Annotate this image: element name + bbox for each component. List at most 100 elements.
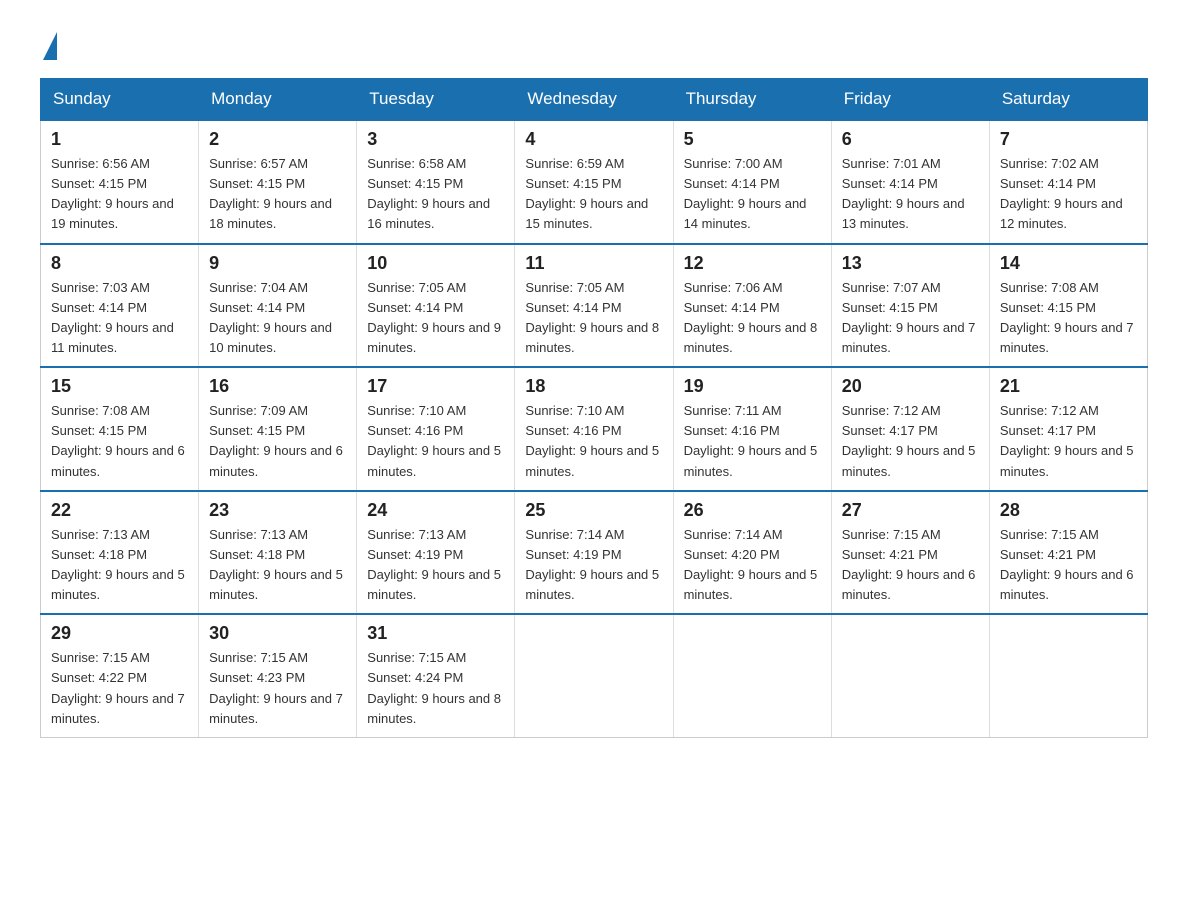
- calendar-cell: 21 Sunrise: 7:12 AM Sunset: 4:17 PM Dayl…: [989, 367, 1147, 491]
- sunset-label: Sunset: 4:15 PM: [1000, 300, 1096, 315]
- calendar-cell: 19 Sunrise: 7:11 AM Sunset: 4:16 PM Dayl…: [673, 367, 831, 491]
- sunrise-label: Sunrise: 7:15 AM: [367, 650, 466, 665]
- calendar-header-row: SundayMondayTuesdayWednesdayThursdayFrid…: [41, 79, 1148, 121]
- calendar-cell: 24 Sunrise: 7:13 AM Sunset: 4:19 PM Dayl…: [357, 491, 515, 615]
- sunset-label: Sunset: 4:22 PM: [51, 670, 147, 685]
- daylight-label: Daylight: 9 hours and 10 minutes.: [209, 320, 332, 355]
- day-info: Sunrise: 7:15 AM Sunset: 4:21 PM Dayligh…: [1000, 525, 1137, 606]
- day-info: Sunrise: 7:14 AM Sunset: 4:19 PM Dayligh…: [525, 525, 662, 606]
- daylight-label: Daylight: 9 hours and 7 minutes.: [1000, 320, 1134, 355]
- day-info: Sunrise: 7:01 AM Sunset: 4:14 PM Dayligh…: [842, 154, 979, 235]
- day-info: Sunrise: 7:13 AM Sunset: 4:18 PM Dayligh…: [51, 525, 188, 606]
- calendar-header-friday: Friday: [831, 79, 989, 121]
- day-info: Sunrise: 7:15 AM Sunset: 4:22 PM Dayligh…: [51, 648, 188, 729]
- daylight-label: Daylight: 9 hours and 11 minutes.: [51, 320, 174, 355]
- daylight-label: Daylight: 9 hours and 7 minutes.: [842, 320, 976, 355]
- sunset-label: Sunset: 4:17 PM: [1000, 423, 1096, 438]
- day-number: 21: [1000, 376, 1137, 397]
- day-number: 24: [367, 500, 504, 521]
- calendar-header-sunday: Sunday: [41, 79, 199, 121]
- day-info: Sunrise: 7:14 AM Sunset: 4:20 PM Dayligh…: [684, 525, 821, 606]
- day-number: 5: [684, 129, 821, 150]
- calendar-cell: 12 Sunrise: 7:06 AM Sunset: 4:14 PM Dayl…: [673, 244, 831, 368]
- day-number: 1: [51, 129, 188, 150]
- calendar-cell: 27 Sunrise: 7:15 AM Sunset: 4:21 PM Dayl…: [831, 491, 989, 615]
- sunrise-label: Sunrise: 6:59 AM: [525, 156, 624, 171]
- sunset-label: Sunset: 4:14 PM: [209, 300, 305, 315]
- calendar-cell: [515, 614, 673, 737]
- calendar-header-thursday: Thursday: [673, 79, 831, 121]
- day-info: Sunrise: 7:00 AM Sunset: 4:14 PM Dayligh…: [684, 154, 821, 235]
- sunrise-label: Sunrise: 7:11 AM: [684, 403, 782, 418]
- day-number: 16: [209, 376, 346, 397]
- sunset-label: Sunset: 4:15 PM: [209, 176, 305, 191]
- sunrise-label: Sunrise: 7:04 AM: [209, 280, 308, 295]
- day-number: 29: [51, 623, 188, 644]
- calendar-cell: 25 Sunrise: 7:14 AM Sunset: 4:19 PM Dayl…: [515, 491, 673, 615]
- sunset-label: Sunset: 4:16 PM: [525, 423, 621, 438]
- day-number: 12: [684, 253, 821, 274]
- day-number: 14: [1000, 253, 1137, 274]
- day-number: 9: [209, 253, 346, 274]
- daylight-label: Daylight: 9 hours and 8 minutes.: [367, 691, 501, 726]
- day-number: 18: [525, 376, 662, 397]
- calendar-cell: 9 Sunrise: 7:04 AM Sunset: 4:14 PM Dayli…: [199, 244, 357, 368]
- sunset-label: Sunset: 4:15 PM: [525, 176, 621, 191]
- sunrise-label: Sunrise: 7:14 AM: [525, 527, 624, 542]
- day-number: 28: [1000, 500, 1137, 521]
- sunrise-label: Sunrise: 7:07 AM: [842, 280, 941, 295]
- day-number: 20: [842, 376, 979, 397]
- sunset-label: Sunset: 4:14 PM: [367, 300, 463, 315]
- daylight-label: Daylight: 9 hours and 6 minutes.: [1000, 567, 1134, 602]
- sunrise-label: Sunrise: 7:15 AM: [209, 650, 308, 665]
- sunset-label: Sunset: 4:19 PM: [367, 547, 463, 562]
- day-number: 17: [367, 376, 504, 397]
- sunrise-label: Sunrise: 7:12 AM: [842, 403, 941, 418]
- calendar-cell: [989, 614, 1147, 737]
- calendar-cell: 3 Sunrise: 6:58 AM Sunset: 4:15 PM Dayli…: [357, 120, 515, 244]
- day-info: Sunrise: 7:08 AM Sunset: 4:15 PM Dayligh…: [1000, 278, 1137, 359]
- calendar-cell: 11 Sunrise: 7:05 AM Sunset: 4:14 PM Dayl…: [515, 244, 673, 368]
- daylight-label: Daylight: 9 hours and 5 minutes.: [51, 567, 185, 602]
- daylight-label: Daylight: 9 hours and 5 minutes.: [367, 567, 501, 602]
- sunrise-label: Sunrise: 7:05 AM: [525, 280, 624, 295]
- sunset-label: Sunset: 4:18 PM: [209, 547, 305, 562]
- sunrise-label: Sunrise: 7:06 AM: [684, 280, 783, 295]
- calendar-cell: 22 Sunrise: 7:13 AM Sunset: 4:18 PM Dayl…: [41, 491, 199, 615]
- calendar-cell: 6 Sunrise: 7:01 AM Sunset: 4:14 PM Dayli…: [831, 120, 989, 244]
- day-info: Sunrise: 7:07 AM Sunset: 4:15 PM Dayligh…: [842, 278, 979, 359]
- calendar-cell: 13 Sunrise: 7:07 AM Sunset: 4:15 PM Dayl…: [831, 244, 989, 368]
- calendar-week-row: 8 Sunrise: 7:03 AM Sunset: 4:14 PM Dayli…: [41, 244, 1148, 368]
- calendar-cell: 30 Sunrise: 7:15 AM Sunset: 4:23 PM Dayl…: [199, 614, 357, 737]
- daylight-label: Daylight: 9 hours and 5 minutes.: [842, 443, 976, 478]
- daylight-label: Daylight: 9 hours and 5 minutes.: [525, 567, 659, 602]
- calendar-cell: 16 Sunrise: 7:09 AM Sunset: 4:15 PM Dayl…: [199, 367, 357, 491]
- sunset-label: Sunset: 4:17 PM: [842, 423, 938, 438]
- sunset-label: Sunset: 4:15 PM: [842, 300, 938, 315]
- day-number: 7: [1000, 129, 1137, 150]
- day-info: Sunrise: 7:04 AM Sunset: 4:14 PM Dayligh…: [209, 278, 346, 359]
- daylight-label: Daylight: 9 hours and 7 minutes.: [209, 691, 343, 726]
- sunrise-label: Sunrise: 7:08 AM: [1000, 280, 1099, 295]
- sunset-label: Sunset: 4:14 PM: [684, 300, 780, 315]
- sunrise-label: Sunrise: 7:02 AM: [1000, 156, 1099, 171]
- day-info: Sunrise: 7:08 AM Sunset: 4:15 PM Dayligh…: [51, 401, 188, 482]
- calendar-cell: 14 Sunrise: 7:08 AM Sunset: 4:15 PM Dayl…: [989, 244, 1147, 368]
- calendar-cell: 10 Sunrise: 7:05 AM Sunset: 4:14 PM Dayl…: [357, 244, 515, 368]
- sunset-label: Sunset: 4:21 PM: [1000, 547, 1096, 562]
- daylight-label: Daylight: 9 hours and 5 minutes.: [367, 443, 501, 478]
- sunset-label: Sunset: 4:14 PM: [842, 176, 938, 191]
- day-info: Sunrise: 7:03 AM Sunset: 4:14 PM Dayligh…: [51, 278, 188, 359]
- sunrise-label: Sunrise: 7:12 AM: [1000, 403, 1099, 418]
- calendar-cell: 4 Sunrise: 6:59 AM Sunset: 4:15 PM Dayli…: [515, 120, 673, 244]
- day-info: Sunrise: 7:15 AM Sunset: 4:24 PM Dayligh…: [367, 648, 504, 729]
- daylight-label: Daylight: 9 hours and 5 minutes.: [684, 567, 818, 602]
- sunrise-label: Sunrise: 7:15 AM: [1000, 527, 1099, 542]
- calendar-cell: 29 Sunrise: 7:15 AM Sunset: 4:22 PM Dayl…: [41, 614, 199, 737]
- sunset-label: Sunset: 4:15 PM: [367, 176, 463, 191]
- day-info: Sunrise: 7:15 AM Sunset: 4:21 PM Dayligh…: [842, 525, 979, 606]
- day-number: 26: [684, 500, 821, 521]
- daylight-label: Daylight: 9 hours and 9 minutes.: [367, 320, 501, 355]
- sunset-label: Sunset: 4:24 PM: [367, 670, 463, 685]
- daylight-label: Daylight: 9 hours and 5 minutes.: [525, 443, 659, 478]
